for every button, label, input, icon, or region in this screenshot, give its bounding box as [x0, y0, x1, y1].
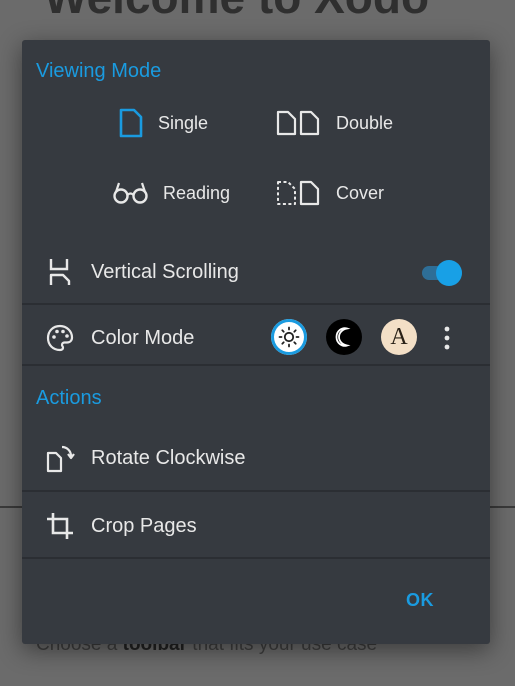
- vertical-scrolling-toggle[interactable]: [420, 258, 466, 286]
- crop-icon: [44, 510, 76, 542]
- single-page-icon: [119, 108, 143, 138]
- glasses-icon: [113, 182, 148, 204]
- cover-page-icon: [277, 180, 320, 206]
- crop-pages-label: Crop Pages: [91, 514, 197, 537]
- color-mode-row: Color Mode: [22, 320, 490, 356]
- divider-3: [22, 490, 490, 492]
- more-options-icon[interactable]: [442, 325, 452, 351]
- palette-icon: [44, 322, 76, 354]
- view-settings-dialog: Viewing Mode Single Double Reading Cover: [22, 40, 490, 644]
- sun-icon: [278, 326, 300, 348]
- rotate-clockwise-row[interactable]: Rotate Clockwise: [22, 440, 490, 476]
- vertical-scroll-icon: [44, 256, 76, 288]
- toggle-thumb: [436, 260, 462, 286]
- mode-double-label: Double: [336, 112, 394, 133]
- divider-4: [22, 557, 490, 559]
- dark-mode-swatch[interactable]: [326, 319, 362, 355]
- sepia-glyph: A: [390, 323, 408, 350]
- double-page-icon: [276, 110, 320, 136]
- mode-cover-label: Cover: [336, 182, 385, 203]
- color-mode-label: Color Mode: [91, 326, 195, 349]
- viewing-mode-title: Viewing Mode: [36, 60, 162, 82]
- mode-double-option[interactable]: Double: [276, 110, 393, 136]
- background-title: Welcome to Xodo: [44, 0, 429, 24]
- crop-pages-row[interactable]: Crop Pages: [22, 508, 490, 544]
- vertical-scrolling-label: Vertical Scrolling: [91, 260, 239, 283]
- rotate-clockwise-label: Rotate Clockwise: [91, 446, 246, 469]
- mode-reading-label: Reading: [163, 182, 231, 203]
- mode-single-option[interactable]: Single: [118, 108, 208, 138]
- mode-cover-option[interactable]: Cover: [276, 180, 384, 206]
- divider-2: [22, 364, 490, 366]
- rotate-clockwise-icon: [44, 442, 76, 474]
- mode-reading-option[interactable]: Reading: [113, 180, 230, 206]
- light-mode-swatch[interactable]: [271, 319, 307, 355]
- moon-icon: [335, 327, 351, 347]
- divider-1: [22, 303, 490, 305]
- actions-title: Actions: [36, 387, 102, 409]
- sepia-mode-swatch[interactable]: A: [381, 319, 417, 355]
- mode-single-label: Single: [158, 112, 209, 133]
- ok-button[interactable]: OK: [406, 590, 434, 611]
